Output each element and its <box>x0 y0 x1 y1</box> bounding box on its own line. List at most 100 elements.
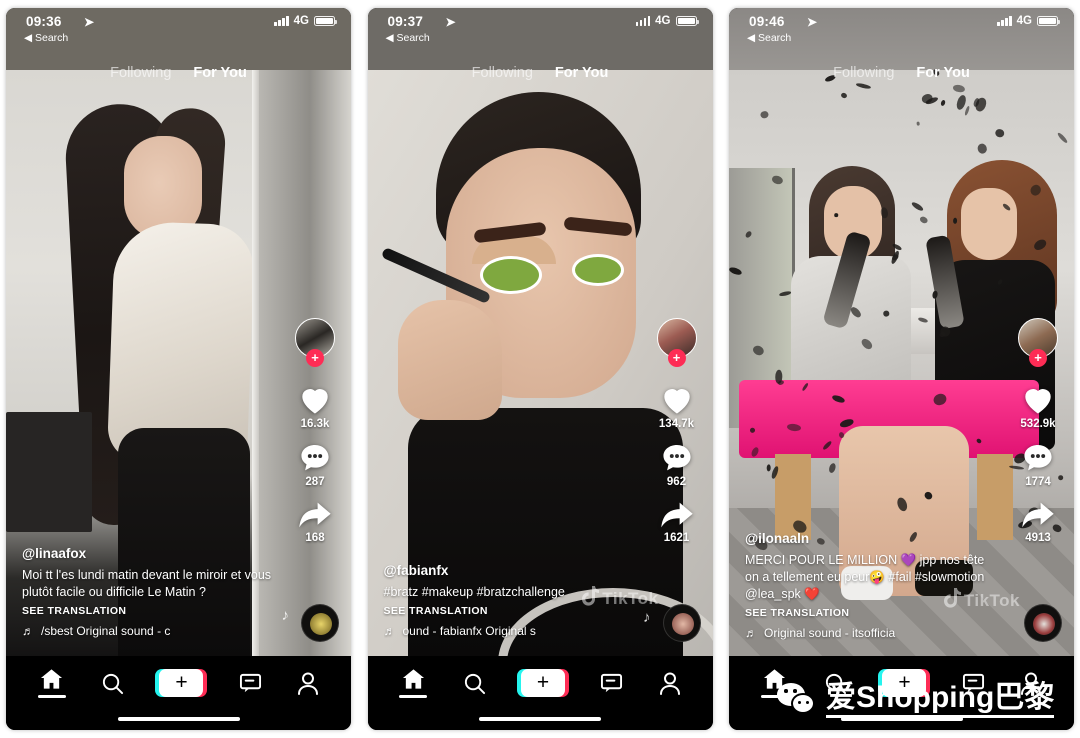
status-bar-2: 09:37 ➤ ◀ Search 4G <box>368 8 713 54</box>
music-row[interactable]: ♬ ound - fabianfx Original s <box>384 624 635 638</box>
location-arrow-icon: ➤ <box>84 15 95 29</box>
nav-item-create[interactable]: + <box>155 669 208 697</box>
music-disc-button[interactable] <box>1024 604 1062 642</box>
feed-tabs-2: Following For You <box>368 58 713 88</box>
share-button[interactable]: 4913 <box>1021 501 1055 544</box>
home-icon <box>40 668 63 690</box>
status-bar-3: 09:46 ➤ ◀ Search 4G <box>729 8 1074 54</box>
wechat-channel-name: 爱Shopping巴黎 <box>826 682 1055 718</box>
share-arrow-icon <box>298 501 332 529</box>
see-translation-button[interactable]: SEE TRANSLATION <box>384 605 635 617</box>
status-right-group: 4G <box>274 15 337 27</box>
like-count: 532.9k <box>1020 418 1056 430</box>
nav-item-inbox[interactable] <box>600 672 623 694</box>
author-handle[interactable]: @fabianfx <box>384 563 635 578</box>
video-art-table-leg-right <box>977 454 1013 540</box>
nav-item-home[interactable] <box>37 668 66 698</box>
comment-count: 962 <box>666 476 687 488</box>
person-icon <box>297 672 319 695</box>
signal-bars-icon <box>997 16 1012 26</box>
status-right-group: 4G <box>635 15 699 27</box>
nav-item-profile[interactable] <box>297 672 319 695</box>
nav-item-inbox[interactable] <box>239 672 262 694</box>
nav-item-home[interactable] <box>399 668 428 698</box>
author-avatar-button[interactable]: + <box>1018 318 1058 367</box>
plus-icon[interactable]: + <box>155 669 208 697</box>
active-indicator <box>399 695 428 698</box>
comment-button[interactable]: 287 <box>299 443 331 488</box>
plus-icon[interactable]: + <box>516 669 569 697</box>
nav-item-discover[interactable] <box>101 672 124 695</box>
see-translation-button[interactable]: SEE TRANSLATION <box>22 605 273 617</box>
tab-for-you[interactable]: For You <box>916 65 969 81</box>
see-translation-button[interactable]: SEE TRANSLATION <box>745 607 996 619</box>
network-label: 4G <box>293 15 309 27</box>
music-row[interactable]: ♬ Original sound - itsofficia <box>745 626 996 640</box>
caption-block-2: @fabianfx #bratz #makeup #bratzchallenge… <box>384 563 635 638</box>
nav-item-discover[interactable] <box>463 672 486 695</box>
inbox-icon <box>600 672 623 694</box>
home-indicator <box>479 717 601 721</box>
video-art-eye-right <box>571 254 624 286</box>
comment-button[interactable]: 1774 <box>1022 443 1054 488</box>
like-button[interactable]: 16.3k <box>298 384 332 430</box>
phone-screenshot-1: 09:36 ➤ ◀ Search 4G Following For You + <box>6 8 351 730</box>
comment-icon <box>1022 443 1054 473</box>
follow-plus-button[interactable]: + <box>306 349 324 367</box>
battery-icon <box>314 16 337 26</box>
active-indicator <box>37 695 66 698</box>
like-count: 16.3k <box>300 418 330 430</box>
music-disc-art <box>671 613 694 635</box>
tiktok-screen-1: 09:36 ➤ ◀ Search 4G Following For You + <box>6 8 351 730</box>
feed-tabs-1: Following For You <box>6 58 351 88</box>
search-icon <box>463 672 486 695</box>
heart-icon <box>298 384 332 415</box>
follow-plus-button[interactable]: + <box>1029 349 1047 367</box>
author-avatar-button[interactable]: + <box>656 318 697 367</box>
tab-for-you[interactable]: For You <box>193 65 246 81</box>
back-to-search-link[interactable]: ◀ Search <box>24 32 68 44</box>
floating-music-note-icon: ♪ <box>281 607 290 624</box>
comment-button[interactable]: 962 <box>661 443 693 488</box>
video-art-furniture <box>6 412 92 532</box>
tab-for-you[interactable]: For You <box>555 65 608 81</box>
tab-following[interactable]: Following <box>833 65 894 81</box>
like-button[interactable]: 134.7k <box>659 384 694 430</box>
tab-following[interactable]: Following <box>472 65 533 81</box>
plus-glyph: + <box>175 671 188 694</box>
floating-music-note-icon: ♪ <box>643 609 651 626</box>
video-description: MERCI POUR LE MILLION 💜 jpp nos tête on … <box>745 553 985 601</box>
caption-block-3: @ilonaaln MERCI POUR LE MILLION 💜 jpp no… <box>745 531 996 640</box>
status-time: 09:46 <box>749 14 785 29</box>
battery-icon <box>1037 16 1060 26</box>
share-button[interactable]: 1621 <box>660 501 694 544</box>
comment-icon <box>661 443 693 473</box>
bottom-nav-2: + <box>367 656 713 730</box>
music-note-icon: ♬ <box>383 624 396 638</box>
author-handle[interactable]: @linaafox <box>22 546 273 561</box>
music-title: ound - fabianfx Original s <box>402 624 536 638</box>
heart-icon <box>1021 384 1055 415</box>
back-to-search-link[interactable]: ◀ Search <box>386 32 430 44</box>
feed-tabs-3: Following For You <box>729 58 1074 88</box>
home-icon <box>402 668 425 690</box>
music-disc-art <box>1033 613 1055 635</box>
like-button[interactable]: 532.9k <box>1020 384 1056 430</box>
author-handle[interactable]: @ilonaaln <box>745 531 996 546</box>
tab-following[interactable]: Following <box>110 65 171 81</box>
nav-item-create[interactable]: + <box>516 669 569 697</box>
location-arrow-icon: ➤ <box>807 15 818 29</box>
nav-item-profile[interactable] <box>659 672 681 695</box>
video-description: #bratz #makeup #bratzchallenge <box>383 585 565 599</box>
music-row[interactable]: ♬ /sbest Original sound - c <box>22 624 273 638</box>
music-note-icon: ♬ <box>22 624 34 638</box>
action-rail-3: + 532.9k 1774 4913 <box>1010 318 1066 557</box>
music-disc-button[interactable] <box>662 604 701 642</box>
share-count: 168 <box>305 532 325 544</box>
back-to-search-link[interactable]: ◀ Search <box>747 32 791 44</box>
author-avatar-button[interactable]: + <box>295 318 335 367</box>
follow-plus-button[interactable]: + <box>667 349 686 367</box>
share-button[interactable]: 168 <box>298 501 332 544</box>
network-label: 4G <box>1016 15 1032 27</box>
music-disc-button[interactable] <box>301 604 339 642</box>
